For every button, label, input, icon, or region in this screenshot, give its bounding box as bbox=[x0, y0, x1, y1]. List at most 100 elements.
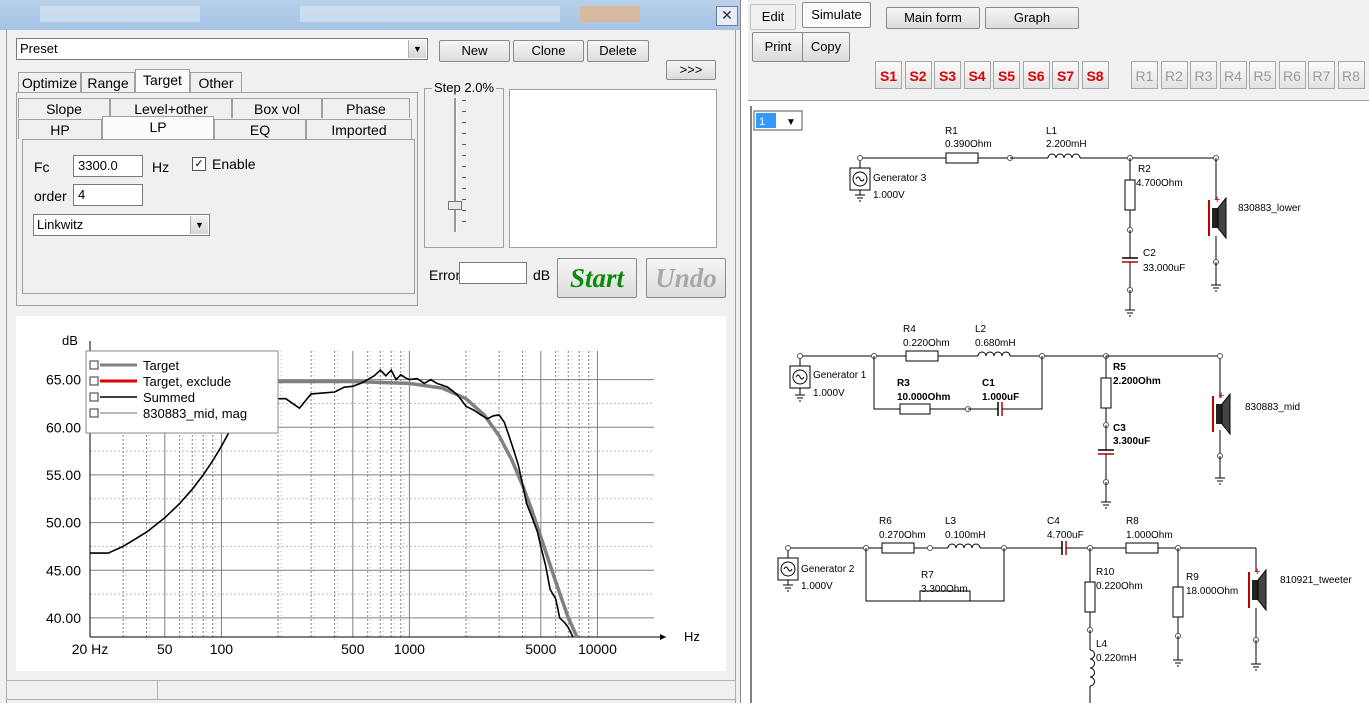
step-slider-tick bbox=[462, 177, 466, 178]
sim-s7-button[interactable]: S7 bbox=[1052, 61, 1079, 89]
y-tick-label: 45.00 bbox=[46, 562, 81, 578]
sim-s1-button[interactable]: S1 bbox=[875, 61, 902, 89]
y-tick-label: 60.00 bbox=[46, 419, 81, 435]
tab-other[interactable]: Other bbox=[190, 72, 242, 92]
optimizer-title-bar bbox=[0, 0, 740, 30]
menu-simulate[interactable]: Simulate bbox=[802, 2, 871, 28]
fc-input[interactable]: 3300.0 bbox=[73, 155, 143, 177]
sim-s4-button[interactable]: S4 bbox=[963, 61, 991, 89]
sim-r5-button[interactable]: R5 bbox=[1249, 61, 1276, 89]
tab-hp[interactable]: HP bbox=[18, 119, 102, 139]
expand-button[interactable]: >>> bbox=[666, 60, 716, 80]
component-value: 4.700Ohm bbox=[1136, 178, 1183, 189]
menu-main-form[interactable]: Main form bbox=[886, 7, 980, 29]
component-label: C3 bbox=[1113, 423, 1126, 434]
driver-label: 810921_tweeter bbox=[1280, 575, 1352, 586]
inductor-symbol bbox=[1089, 649, 1095, 687]
sim-s8-button[interactable]: S8 bbox=[1081, 61, 1109, 89]
new-button[interactable]: New bbox=[439, 40, 510, 62]
filter-type-select[interactable]: Linkwitz ▼ bbox=[33, 214, 210, 236]
sim-r1-button[interactable]: R1 bbox=[1131, 61, 1158, 89]
x-tick-label: 10000 bbox=[578, 641, 617, 657]
order-input[interactable]: 4 bbox=[73, 184, 143, 206]
y-tick-label: 40.00 bbox=[46, 610, 81, 626]
enable-checkbox[interactable]: ✓ bbox=[192, 157, 206, 171]
title-bar-background bbox=[40, 6, 200, 22]
speaker-polarity-icon: + bbox=[1218, 390, 1224, 402]
chevron-down-icon: ▼ bbox=[190, 216, 208, 234]
sim-r6-button[interactable]: R6 bbox=[1278, 61, 1306, 89]
component-value: 4.700uF bbox=[1047, 530, 1084, 541]
component-value: 0.390Ohm bbox=[945, 139, 992, 150]
legend-checkbox bbox=[89, 392, 99, 402]
sim-s5-button[interactable]: S5 bbox=[993, 61, 1020, 89]
title-bar-background bbox=[300, 6, 560, 22]
undo-button[interactable]: Undo bbox=[646, 258, 726, 298]
print-button[interactable]: Print bbox=[752, 32, 804, 62]
step-slider-thumb[interactable] bbox=[448, 201, 462, 210]
sim-r8-button[interactable]: R8 bbox=[1337, 61, 1365, 89]
wire bbox=[859, 157, 946, 168]
generator-voltage: 1.000V bbox=[801, 581, 833, 592]
generator-voltage: 1.000V bbox=[873, 190, 905, 201]
preset-select[interactable]: Preset ▼ bbox=[16, 38, 428, 60]
tab-box-vol[interactable]: Box vol bbox=[232, 98, 322, 118]
tab-range[interactable]: Range bbox=[81, 72, 135, 92]
optimizer-window: ✕ Preset ▼ New Clone Delete >>> Optimize… bbox=[0, 0, 741, 703]
page-select-value: 1 bbox=[759, 116, 765, 128]
delete-button[interactable]: Delete bbox=[587, 40, 649, 62]
step-slider-tick bbox=[462, 188, 466, 189]
component-label: R6 bbox=[879, 516, 892, 527]
title-bar-background bbox=[580, 6, 640, 22]
component-label: R8 bbox=[1126, 516, 1139, 527]
x-axis-arrow bbox=[660, 634, 666, 640]
component-label: R1 bbox=[945, 126, 958, 137]
inductor-symbol bbox=[977, 351, 1011, 357]
sim-s2-button[interactable]: S2 bbox=[904, 61, 932, 89]
menu-graph[interactable]: Graph bbox=[985, 7, 1079, 29]
y-tick-label: 65.00 bbox=[46, 372, 81, 388]
legend-label: Summed bbox=[143, 390, 195, 405]
component-label: L4 bbox=[1096, 639, 1108, 650]
step-panel bbox=[424, 88, 504, 248]
generator-voltage: 1.000V bbox=[813, 388, 845, 399]
sim-r3-button[interactable]: R3 bbox=[1190, 61, 1217, 89]
error-field bbox=[459, 262, 527, 284]
component-value: 0.220Ohm bbox=[1096, 581, 1143, 592]
fc-label: Fc bbox=[34, 159, 50, 175]
fc-unit: Hz bbox=[152, 159, 170, 175]
node bbox=[927, 545, 933, 551]
copy-button[interactable]: Copy bbox=[802, 32, 850, 62]
sim-r2-button[interactable]: R2 bbox=[1160, 61, 1188, 89]
tab-optimize[interactable]: Optimize bbox=[18, 72, 81, 92]
sim-r4-button[interactable]: R4 bbox=[1219, 61, 1247, 89]
tab-target[interactable]: Target bbox=[135, 69, 190, 92]
y-tick-label: 55.00 bbox=[46, 467, 81, 483]
step-slider-track[interactable] bbox=[454, 98, 457, 232]
clone-button[interactable]: Clone bbox=[513, 40, 584, 62]
component-label: L2 bbox=[975, 324, 987, 335]
tab-level-other[interactable]: Level+other bbox=[110, 98, 232, 118]
generator-label: Generator 2 bbox=[801, 564, 855, 575]
step-slider-tick bbox=[462, 122, 466, 123]
component-label: R10 bbox=[1096, 567, 1115, 578]
start-button[interactable]: Start bbox=[557, 258, 637, 298]
tab-slope[interactable]: Slope bbox=[18, 98, 110, 118]
step-slider-tick bbox=[462, 144, 466, 145]
step-slider-tick bbox=[462, 221, 466, 222]
node bbox=[785, 545, 791, 551]
sim-r7-button[interactable]: R7 bbox=[1308, 61, 1335, 89]
chevron-down-icon: ▼ bbox=[408, 40, 426, 58]
close-icon[interactable]: ✕ bbox=[716, 6, 738, 26]
tab-phase[interactable]: Phase bbox=[322, 98, 410, 118]
tab-imported[interactable]: Imported bbox=[306, 119, 412, 139]
sim-s3-button[interactable]: S3 bbox=[934, 61, 961, 89]
tab-lp[interactable]: LP bbox=[102, 116, 214, 139]
tab-eq[interactable]: EQ bbox=[214, 119, 306, 139]
component-label: R4 bbox=[903, 324, 916, 335]
menu-edit[interactable]: Edit bbox=[750, 4, 796, 30]
legend-checkbox bbox=[89, 408, 99, 418]
component-value: 2.200mH bbox=[1046, 139, 1087, 150]
speaker-icon bbox=[1212, 208, 1218, 228]
sim-s6-button[interactable]: S6 bbox=[1022, 61, 1050, 89]
